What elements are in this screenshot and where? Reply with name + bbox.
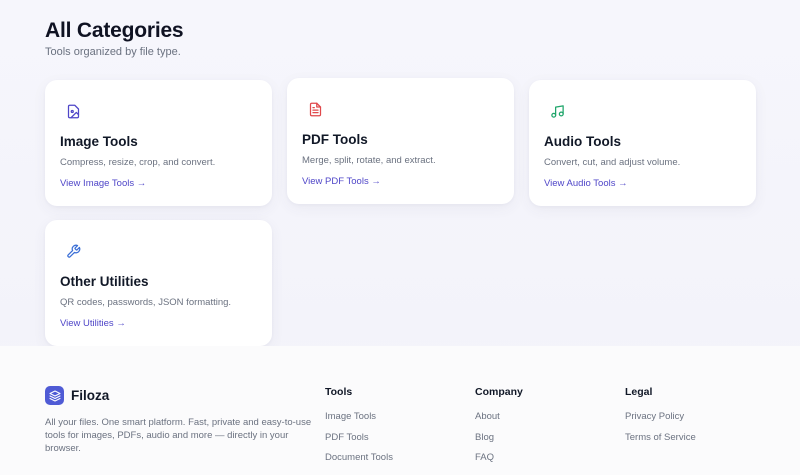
brand-description: All your files. One smart platform. Fast… xyxy=(45,417,312,454)
view-audio-tools-link[interactable]: View Audio Tools → xyxy=(544,178,628,189)
main-content: All Categories Tools organized by file t… xyxy=(0,0,800,346)
view-pdf-tools-link[interactable]: View PDF Tools → xyxy=(302,176,381,187)
footer-heading: Legal xyxy=(625,386,653,398)
wrench-icon xyxy=(60,238,86,264)
card-title: Other Utilities xyxy=(60,274,149,289)
footer-link-document-tools[interactable]: Document Tools xyxy=(325,452,393,473)
image-icon xyxy=(60,98,86,124)
card-description: Merge, split, rotate, and extract. xyxy=(302,155,436,166)
page-subtitle: Tools organized by file type. xyxy=(45,46,181,58)
category-card-other-utilities[interactable]: Other Utilities QR codes, passwords, JSO… xyxy=(45,220,272,346)
category-card-audio-tools[interactable]: Audio Tools Convert, cut, and adjust vol… xyxy=(529,80,756,206)
card-title: Image Tools xyxy=(60,134,138,149)
card-description: Compress, resize, crop, and convert. xyxy=(60,157,216,168)
footer-link-about[interactable]: About xyxy=(475,411,523,432)
footer-link-terms-of-service[interactable]: Terms of Service xyxy=(625,432,696,453)
brand-name: Filoza xyxy=(71,388,110,403)
footer-column-company: Company About Blog FAQ xyxy=(475,386,523,473)
footer-link-faq[interactable]: FAQ xyxy=(475,452,523,473)
page-title: All Categories xyxy=(45,19,184,42)
footer-link-image-tools[interactable]: Image Tools xyxy=(325,411,393,432)
footer-link-pdf-tools[interactable]: PDF Tools xyxy=(325,432,393,453)
card-description: QR codes, passwords, JSON formatting. xyxy=(60,297,232,308)
footer-heading: Tools xyxy=(325,386,353,398)
footer-column-legal: Legal Privacy Policy Terms of Service xyxy=(625,386,696,452)
footer-link-blog[interactable]: Blog xyxy=(475,432,523,453)
footer-heading: Company xyxy=(475,386,523,398)
view-image-tools-link[interactable]: View Image Tools → xyxy=(60,178,146,189)
music-note-icon xyxy=(544,98,570,124)
card-title: Audio Tools xyxy=(544,134,621,149)
brand[interactable]: Filoza xyxy=(45,386,109,405)
view-utilities-link[interactable]: View Utilities → xyxy=(60,318,126,329)
card-title: PDF Tools xyxy=(302,132,368,147)
layers-logo-icon xyxy=(45,386,64,405)
category-card-pdf-tools[interactable]: PDF Tools Merge, split, rotate, and extr… xyxy=(287,78,514,204)
category-card-image-tools[interactable]: Image Tools Compress, resize, crop, and … xyxy=(45,80,272,206)
footer-column-tools: Tools Image Tools PDF Tools Document Too… xyxy=(325,386,393,473)
footer-link-privacy-policy[interactable]: Privacy Policy xyxy=(625,411,696,432)
document-icon xyxy=(302,96,328,122)
card-description: Convert, cut, and adjust volume. xyxy=(544,157,681,168)
site-footer: Filoza All your files. One smart platfor… xyxy=(0,346,800,475)
